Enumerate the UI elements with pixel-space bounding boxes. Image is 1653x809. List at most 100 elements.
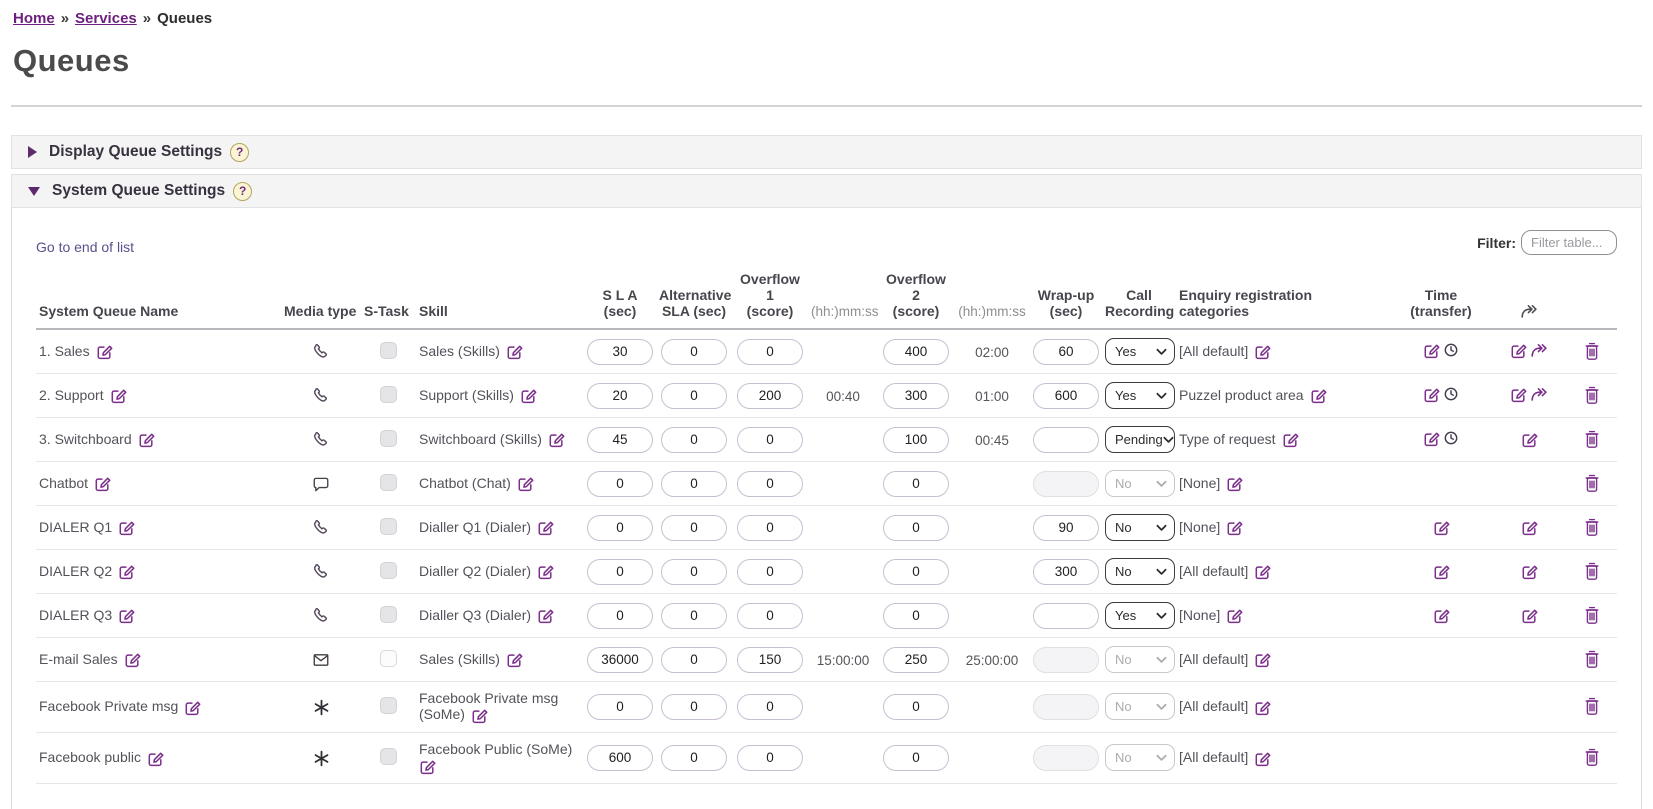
sla-input[interactable] — [587, 471, 653, 497]
wrapup-input[interactable] — [1033, 647, 1099, 673]
trash-icon[interactable] — [1584, 474, 1600, 493]
trash-icon[interactable] — [1584, 518, 1600, 537]
trash-icon[interactable] — [1584, 386, 1600, 405]
wrapup-input[interactable] — [1033, 515, 1099, 541]
overflow2-score-input[interactable] — [883, 427, 949, 453]
sla-input[interactable] — [587, 515, 653, 541]
overflow2-score-input[interactable] — [883, 647, 949, 673]
stask-checkbox[interactable] — [380, 518, 397, 535]
call-recording-select[interactable]: No — [1105, 514, 1175, 541]
sla-input[interactable] — [587, 647, 653, 673]
wrapup-input[interactable] — [1033, 383, 1099, 409]
wrapup-input[interactable] — [1033, 559, 1099, 585]
edit-icon[interactable] — [147, 750, 164, 767]
edit-icon[interactable] — [1423, 430, 1440, 447]
edit-icon[interactable] — [537, 607, 554, 624]
call-recording-select[interactable]: Pending — [1105, 426, 1175, 453]
edit-icon[interactable] — [1433, 607, 1450, 624]
trash-icon[interactable] — [1584, 650, 1600, 669]
clock-icon[interactable] — [1443, 342, 1459, 358]
alternative-sla-input[interactable] — [661, 603, 727, 629]
overflow2-score-input[interactable] — [883, 694, 949, 720]
clock-icon[interactable] — [1443, 430, 1459, 446]
stask-checkbox[interactable] — [380, 748, 397, 765]
wrapup-input[interactable] — [1033, 694, 1099, 720]
alternative-sla-input[interactable] — [661, 383, 727, 409]
edit-icon[interactable] — [1433, 519, 1450, 536]
stask-checkbox[interactable] — [380, 430, 397, 447]
call-recording-select[interactable]: Yes — [1105, 382, 1175, 409]
system-queue-settings-header[interactable]: System Queue Settings ? — [11, 174, 1642, 208]
clock-icon[interactable] — [1443, 386, 1459, 402]
alternative-sla-input[interactable] — [661, 471, 727, 497]
go-to-end-link[interactable]: Go to end of list — [36, 239, 134, 255]
edit-icon[interactable] — [1226, 519, 1243, 536]
trash-icon[interactable] — [1584, 562, 1600, 581]
transfer-arrow-icon[interactable] — [1530, 387, 1549, 402]
stask-checkbox[interactable] — [380, 474, 397, 491]
alternative-sla-input[interactable] — [661, 694, 727, 720]
stask-checkbox[interactable] — [380, 697, 397, 714]
edit-icon[interactable] — [1254, 563, 1271, 580]
filter-input[interactable] — [1521, 230, 1617, 255]
breadcrumb-home-link[interactable]: Home — [13, 10, 55, 27]
edit-icon[interactable] — [118, 607, 135, 624]
edit-icon[interactable] — [419, 758, 436, 775]
overflow2-score-input[interactable] — [883, 603, 949, 629]
edit-icon[interactable] — [1226, 475, 1243, 492]
alternative-sla-input[interactable] — [661, 427, 727, 453]
overflow2-score-input[interactable] — [883, 515, 949, 541]
edit-icon[interactable] — [1423, 342, 1440, 359]
edit-icon[interactable] — [1254, 343, 1271, 360]
trash-icon[interactable] — [1584, 430, 1600, 449]
display-queue-settings-header[interactable]: Display Queue Settings ? — [11, 135, 1642, 169]
call-recording-select[interactable]: Yes — [1105, 602, 1175, 629]
transfer-arrow-icon[interactable] — [1530, 343, 1549, 358]
edit-icon[interactable] — [1433, 563, 1450, 580]
edit-icon[interactable] — [94, 475, 111, 492]
edit-icon[interactable] — [471, 707, 488, 724]
stask-checkbox[interactable] — [380, 606, 397, 623]
sla-input[interactable] — [587, 694, 653, 720]
edit-icon[interactable] — [1254, 750, 1271, 767]
edit-icon[interactable] — [1521, 519, 1538, 536]
edit-icon[interactable] — [1254, 699, 1271, 716]
stask-checkbox[interactable] — [380, 562, 397, 579]
overflow1-score-input[interactable] — [737, 471, 803, 497]
trash-icon[interactable] — [1584, 748, 1600, 767]
overflow2-score-input[interactable] — [883, 559, 949, 585]
wrapup-input[interactable] — [1033, 603, 1099, 629]
overflow2-score-input[interactable] — [883, 339, 949, 365]
edit-icon[interactable] — [506, 343, 523, 360]
edit-icon[interactable] — [1521, 607, 1538, 624]
edit-icon[interactable] — [1226, 607, 1243, 624]
overflow1-score-input[interactable] — [737, 559, 803, 585]
call-recording-select[interactable]: No — [1105, 744, 1175, 771]
help-icon[interactable]: ? — [233, 182, 252, 201]
edit-icon[interactable] — [138, 431, 155, 448]
edit-icon[interactable] — [548, 431, 565, 448]
sla-input[interactable] — [587, 603, 653, 629]
edit-icon[interactable] — [1423, 386, 1440, 403]
overflow1-score-input[interactable] — [737, 694, 803, 720]
edit-icon[interactable] — [1521, 431, 1538, 448]
sla-input[interactable] — [587, 427, 653, 453]
sla-input[interactable] — [587, 745, 653, 771]
wrapup-input[interactable] — [1033, 745, 1099, 771]
alternative-sla-input[interactable] — [661, 515, 727, 541]
overflow2-score-input[interactable] — [883, 383, 949, 409]
sla-input[interactable] — [587, 383, 653, 409]
edit-icon[interactable] — [1282, 431, 1299, 448]
wrapup-input[interactable] — [1033, 427, 1099, 453]
overflow1-score-input[interactable] — [737, 603, 803, 629]
call-recording-select[interactable]: No — [1105, 558, 1175, 585]
overflow1-score-input[interactable] — [737, 383, 803, 409]
alternative-sla-input[interactable] — [661, 559, 727, 585]
stask-checkbox[interactable] — [380, 386, 397, 403]
overflow1-score-input[interactable] — [737, 647, 803, 673]
stask-checkbox[interactable] — [380, 342, 397, 359]
overflow1-score-input[interactable] — [737, 427, 803, 453]
edit-icon[interactable] — [520, 387, 537, 404]
edit-icon[interactable] — [118, 563, 135, 580]
breadcrumb-services-link[interactable]: Services — [75, 10, 137, 27]
